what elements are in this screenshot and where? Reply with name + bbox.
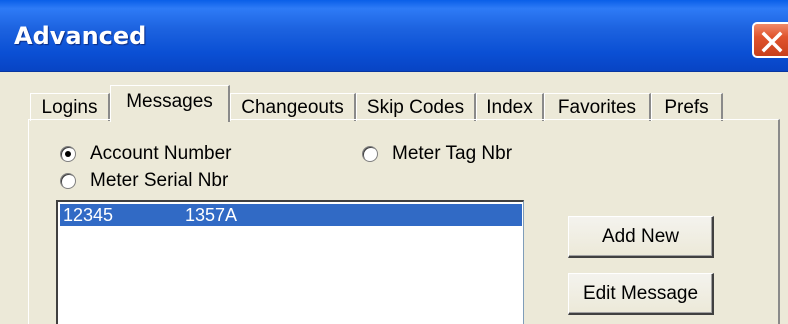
radio-unchecked-icon (362, 146, 378, 162)
radio-label: Meter Tag Nbr (392, 143, 513, 164)
list-item[interactable]: 12345 1357A (60, 204, 522, 226)
tab-label: Skip Codes (366, 97, 465, 118)
add-new-button[interactable]: Add New (568, 216, 714, 258)
tab-messages[interactable]: Messages (110, 85, 230, 122)
account-number-cell: 12345 (63, 205, 114, 225)
tab-label: Messages (126, 91, 213, 112)
radio-label: Meter Serial Nbr (90, 170, 229, 191)
tab-label: Index (486, 97, 533, 118)
tab-logins[interactable]: Logins (30, 93, 110, 121)
dialog-body: Logins Messages Changeouts Skip Codes In… (0, 73, 788, 324)
tab-favorites[interactable]: Favorites (544, 93, 651, 121)
tab-prefs[interactable]: Prefs (651, 93, 723, 121)
tab-index[interactable]: Index (476, 93, 544, 121)
tab-changeouts[interactable]: Changeouts (230, 93, 356, 121)
tab-label: Prefs (664, 97, 709, 118)
radio-checked-icon (60, 146, 76, 162)
radio-unchecked-icon (60, 173, 76, 189)
tab-label: Logins (41, 97, 98, 118)
close-button[interactable] (752, 22, 788, 58)
meter-tag-cell: 1357A (185, 205, 238, 225)
edit-message-button[interactable]: Edit Message (568, 273, 714, 315)
window-title: Advanced (14, 22, 147, 50)
radio-meter-tag-nbr[interactable]: Meter Tag Nbr (362, 143, 512, 165)
radio-meter-serial-nbr[interactable]: Meter Serial Nbr (60, 170, 228, 192)
radio-label: Account Number (90, 143, 232, 164)
close-x-icon (761, 31, 783, 53)
tab-skip-codes[interactable]: Skip Codes (356, 93, 476, 121)
message-list[interactable]: 12345 1357A (56, 200, 524, 324)
tab-label: Changeouts (241, 97, 344, 118)
radio-account-number[interactable]: Account Number (60, 143, 232, 165)
title-bar: Advanced (0, 0, 788, 72)
tab-label: Favorites (557, 97, 637, 118)
